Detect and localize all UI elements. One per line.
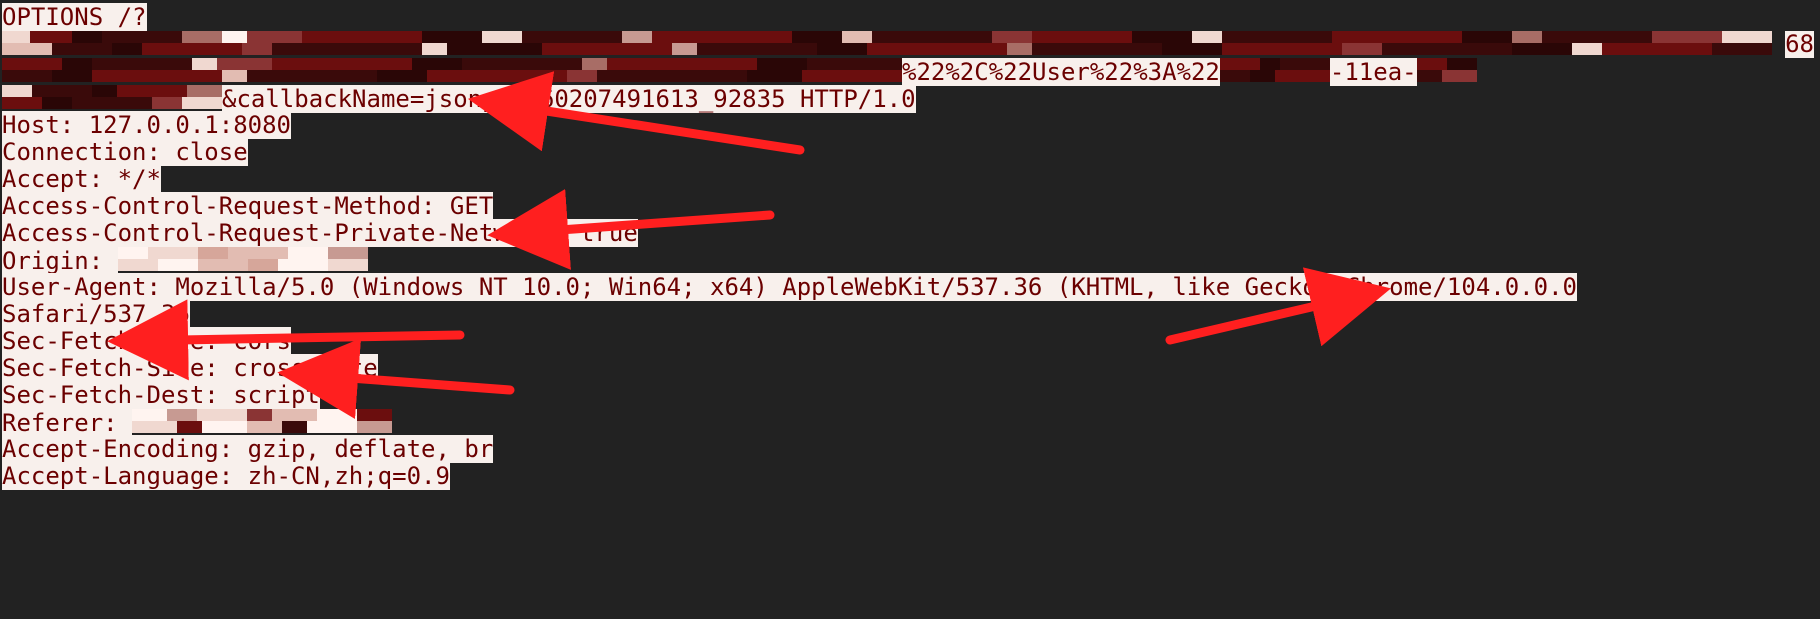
redaction-block — [2, 58, 902, 82]
header-origin: Origin: — [2, 247, 1820, 275]
header-sec-fetch-dest: Sec-Fetch-Dest: script — [2, 382, 1820, 409]
tail-number: 68 — [1785, 31, 1814, 58]
redaction-block — [2, 85, 222, 109]
redaction-block — [1220, 58, 1330, 82]
header-ac-request-private-network: Access-Control-Request-Private-Network: … — [2, 220, 1820, 247]
header-accept-language: Accept-Language: zh-CN,zh;q=0.9 — [2, 463, 1820, 490]
request-callback-line: &callbackName=jsonp_1660207491613_92835 … — [2, 85, 1820, 113]
redaction-block — [132, 409, 392, 433]
header-host: Host: 127.0.0.1:8080 — [2, 112, 1820, 139]
redaction-block — [1417, 58, 1477, 82]
redaction-block — [118, 247, 368, 271]
http-request-screenshot: { "request_line": { "method_path": "OPTI… — [0, 0, 1820, 619]
header-accept: Accept: */* — [2, 166, 1820, 193]
url-fragment-user: %22%2C%22User%22%3A%22 — [902, 58, 1220, 86]
request-obscured-line-2: %22%2C%22User%22%3A%22 -11ea- — [2, 58, 1820, 86]
request-obscured-line-1: 68 — [2, 31, 1820, 59]
url-fragment-uuid: -11ea- — [1330, 58, 1417, 86]
header-ac-request-method: Access-Control-Request-Method: GET — [2, 193, 1820, 220]
redaction-block — [2, 31, 1772, 55]
header-sec-fetch-mode: Sec-Fetch-Mode: cors — [2, 328, 1820, 355]
header-user-agent-line2: Safari/537.36 — [2, 301, 1820, 328]
request-method-path: OPTIONS /? — [2, 4, 1820, 31]
callback-text: &callbackName=jsonp_1660207491613_92835 … — [222, 85, 916, 113]
header-referer: Referer: — [2, 409, 1820, 437]
header-connection: Connection: close — [2, 139, 1820, 166]
header-accept-encoding: Accept-Encoding: gzip, deflate, br — [2, 436, 1820, 463]
header-sec-fetch-site: Sec-Fetch-Site: cross-site — [2, 355, 1820, 382]
header-user-agent-line1: User-Agent: Mozilla/5.0 (Windows NT 10.0… — [2, 274, 1820, 301]
method-path-text: OPTIONS /? — [2, 3, 147, 31]
